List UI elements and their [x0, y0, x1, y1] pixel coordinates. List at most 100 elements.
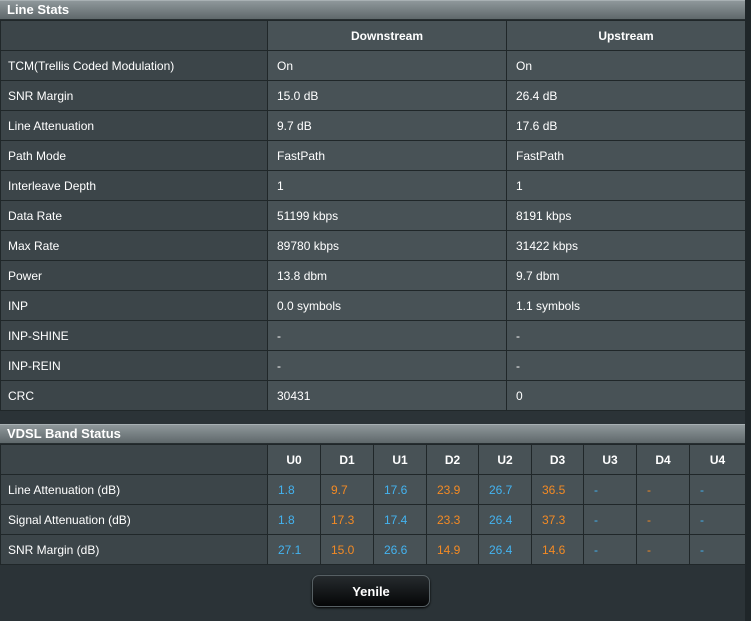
table-row: Power 13.8 dbm 9.7 dbm: [0, 260, 746, 291]
column-header-downstream: Downstream: [267, 20, 507, 51]
downstream-value: 89780 kbps: [267, 230, 507, 261]
upstream-value: -: [506, 320, 746, 351]
band-value: -: [689, 474, 746, 505]
table-row: INP-SHINE - -: [0, 320, 746, 351]
band-header-row: U0 D1 U1 D2 U2 D3 U3 D4 U4: [0, 444, 746, 475]
upstream-value: On: [506, 50, 746, 81]
row-label: Signal Attenuation (dB): [0, 504, 268, 535]
row-label: Path Mode: [0, 140, 268, 171]
row-label: TCM(Trellis Coded Modulation): [0, 50, 268, 81]
upstream-value: FastPath: [506, 140, 746, 171]
row-label: Data Rate: [0, 200, 268, 231]
band-value: 9.7: [320, 474, 374, 505]
row-label: INP: [0, 290, 268, 321]
downstream-value: 30431: [267, 380, 507, 411]
band-value: 23.9: [426, 474, 479, 505]
downstream-value: FastPath: [267, 140, 507, 171]
band-value: -: [583, 534, 637, 565]
table-row: Path Mode FastPath FastPath: [0, 140, 746, 171]
band-value: 26.6: [373, 534, 427, 565]
band-value: 37.3: [531, 504, 584, 535]
row-label: CRC: [0, 380, 268, 411]
band-value: 23.3: [426, 504, 479, 535]
band-value: 36.5: [531, 474, 584, 505]
downstream-value: 13.8 dbm: [267, 260, 507, 291]
table-row: SNR Margin 15.0 dB 26.4 dB: [0, 80, 746, 111]
upstream-value: 26.4 dB: [506, 80, 746, 111]
band-status-table: U0 D1 U1 D2 U2 D3 U3 D4 U4 Line Attenuat…: [0, 444, 746, 565]
band-value: -: [689, 534, 746, 565]
line-stats-header-row: Downstream Upstream: [0, 20, 746, 51]
band-value: 1.8: [267, 504, 321, 535]
band-header: U4: [689, 444, 746, 475]
downstream-value: On: [267, 50, 507, 81]
table-row: CRC 30431 0: [0, 380, 746, 411]
row-label: INP-SHINE: [0, 320, 268, 351]
upstream-value: 17.6 dB: [506, 110, 746, 141]
band-value: 14.9: [426, 534, 479, 565]
upstream-value: 1: [506, 170, 746, 201]
upstream-value: 8191 kbps: [506, 200, 746, 231]
line-stats-header: Line Stats: [0, 0, 745, 20]
row-label: SNR Margin (dB): [0, 534, 268, 565]
column-header-upstream: Upstream: [506, 20, 746, 51]
row-label: Line Attenuation (dB): [0, 474, 268, 505]
band-value: 17.3: [320, 504, 374, 535]
band-value: -: [636, 504, 690, 535]
line-stats-title: Line Stats: [7, 2, 70, 17]
band-header: U0: [267, 444, 321, 475]
band-value: 14.6: [531, 534, 584, 565]
row-label: INP-REIN: [0, 350, 268, 381]
line-stats-table: Downstream Upstream TCM(Trellis Coded Mo…: [0, 20, 746, 411]
band-value: -: [583, 474, 637, 505]
band-value: 15.0: [320, 534, 374, 565]
band-value: -: [583, 504, 637, 535]
row-label: SNR Margin: [0, 80, 268, 111]
table-row: Line Attenuation (dB) 1.8 9.7 17.6 23.9 …: [0, 474, 746, 505]
row-label: Line Attenuation: [0, 110, 268, 141]
upstream-value: -: [506, 350, 746, 381]
row-label: Max Rate: [0, 230, 268, 261]
table-row: Line Attenuation 9.7 dB 17.6 dB: [0, 110, 746, 141]
band-value: 26.7: [478, 474, 532, 505]
row-label: Power: [0, 260, 268, 291]
table-row: Interleave Depth 1 1: [0, 170, 746, 201]
band-value: 26.4: [478, 504, 532, 535]
downstream-value: -: [267, 350, 507, 381]
downstream-value: -: [267, 320, 507, 351]
band-header: U2: [478, 444, 532, 475]
upstream-value: 31422 kbps: [506, 230, 746, 261]
band-status-header: VDSL Band Status: [0, 424, 745, 444]
table-row: Data Rate 51199 kbps 8191 kbps: [0, 200, 746, 231]
table-row: Max Rate 89780 kbps 31422 kbps: [0, 230, 746, 261]
band-value: -: [636, 534, 690, 565]
band-header: D1: [320, 444, 374, 475]
table-row: INP-REIN - -: [0, 350, 746, 381]
row-label: Interleave Depth: [0, 170, 268, 201]
band-value: -: [636, 474, 690, 505]
table-row: SNR Margin (dB) 27.1 15.0 26.6 14.9 26.4…: [0, 534, 746, 565]
refresh-button[interactable]: Yenile: [312, 575, 430, 607]
column-header-blank: [0, 20, 268, 51]
downstream-value: 1: [267, 170, 507, 201]
upstream-value: 0: [506, 380, 746, 411]
band-header: D2: [426, 444, 479, 475]
upstream-value: 1.1 symbols: [506, 290, 746, 321]
band-value: 17.4: [373, 504, 427, 535]
scrollbar-track[interactable]: [745, 0, 751, 621]
band-header: D3: [531, 444, 584, 475]
downstream-value: 15.0 dB: [267, 80, 507, 111]
table-row: INP 0.0 symbols 1.1 symbols: [0, 290, 746, 321]
band-status-title: VDSL Band Status: [7, 426, 121, 441]
band-header: U1: [373, 444, 427, 475]
downstream-value: 9.7 dB: [267, 110, 507, 141]
band-value: -: [689, 504, 746, 535]
band-header-blank: [0, 444, 268, 475]
band-value: 27.1: [267, 534, 321, 565]
table-row: TCM(Trellis Coded Modulation) On On: [0, 50, 746, 81]
band-header: D4: [636, 444, 690, 475]
upstream-value: 9.7 dbm: [506, 260, 746, 291]
band-value: 26.4: [478, 534, 532, 565]
table-row: Signal Attenuation (dB) 1.8 17.3 17.4 23…: [0, 504, 746, 535]
band-value: 1.8: [267, 474, 321, 505]
